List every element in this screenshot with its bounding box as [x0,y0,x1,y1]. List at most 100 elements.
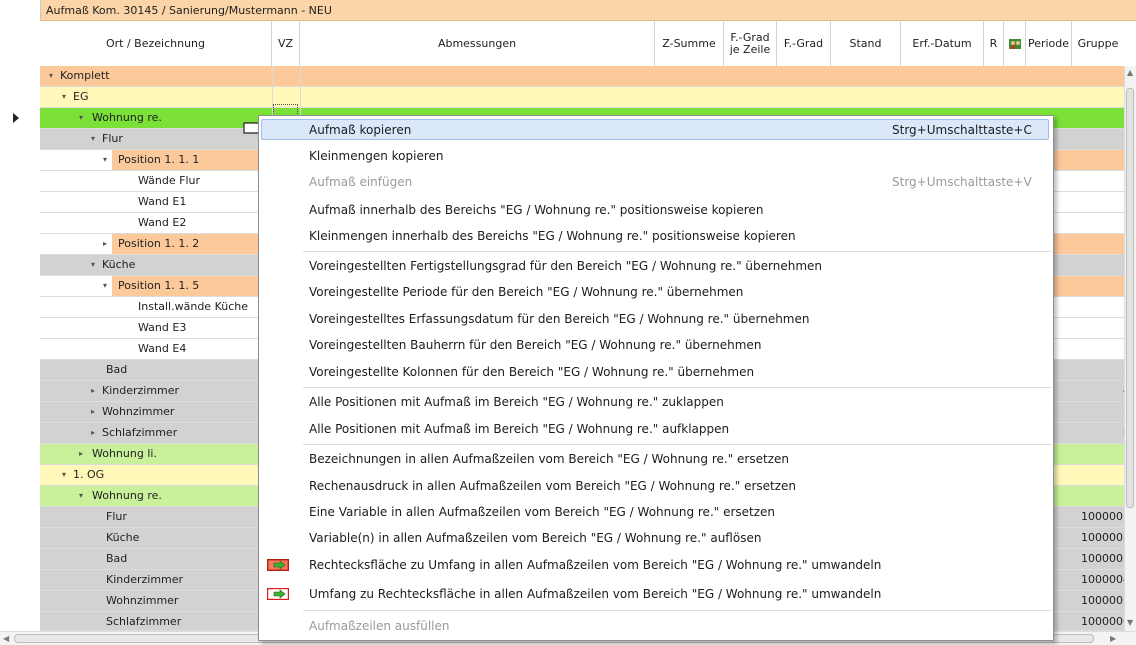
collapse-arrow-icon[interactable]: ▾ [76,108,86,128]
menu-item-label: Voreingestellten Fertigstellungsgrad für… [309,259,823,273]
row-label: Komplett [60,69,110,82]
col-r[interactable]: R [984,21,1004,66]
row-label: Flur [102,132,123,145]
menu-separator [303,610,1051,611]
menu-item-shortcut: Strg+Umschalttaste+V [892,175,1032,189]
row-group: 1000001 [1081,510,1130,523]
context-menu: Aufmaß kopieren Strg+Umschalttaste+C Kle… [258,115,1054,641]
menu-item-label: Aufmaß kopieren [309,123,412,137]
scroll-right-icon[interactable]: ▶ [1110,634,1116,643]
col-bauherr[interactable] [1004,21,1026,66]
col-f-grad-je-zeile[interactable]: F.-Grad je Zeile [724,21,777,66]
expand-arrow-icon[interactable]: ▸ [76,444,86,464]
row-label: Küche [102,258,136,271]
menu-item-fertigstellungsgrad[interactable]: Voreingestellten Fertigstellungsgrad für… [259,254,1053,278]
row-label: Wände Flur [138,174,201,187]
tree-row[interactable]: ▾ Komplett [40,66,1136,87]
row-label: Wohnung li. [92,447,157,460]
col-f-grad-je-zeile-line2: je Zeile [729,42,771,56]
vertical-scroll-thumb[interactable] [1126,88,1134,508]
scroll-left-icon[interactable]: ◀ [3,634,9,643]
row-label: Wohnzimmer [102,405,175,418]
row-label: Schlafzimmer [106,615,182,628]
row-group: 1000005 [1081,594,1130,607]
person-green-icon [1008,38,1021,49]
scroll-down-icon[interactable]: ▼ [1127,618,1133,627]
menu-item-umfang-zu-rechteck[interactable]: Umfang zu Rechtecksfläche in allen Aufma… [259,582,1053,606]
row-indicator-column [0,0,41,645]
col-abmessungen[interactable]: Abmessungen [300,21,655,66]
row-label: Kinderzimmer [102,384,180,397]
row-label: 1. OG [73,468,105,481]
menu-item-label: Eine Variable in allen Aufmaßzeilen vom … [309,505,776,519]
row-label: Bad [106,363,128,376]
col-f-grad-je-zeile-line1: F.-Grad [730,30,770,44]
col-periode[interactable]: Periode [1026,21,1072,66]
collapse-arrow-icon[interactable]: ▾ [46,66,56,86]
collapse-arrow-icon[interactable]: ▾ [59,465,69,485]
menu-item-rechenausdruck-ersetzen[interactable]: Rechenausdruck in allen Aufmaßzeilen vom… [259,474,1053,498]
menu-item-variable-ersetzen[interactable]: Eine Variable in allen Aufmaßzeilen vom … [259,500,1053,524]
menu-item-label: Voreingestelltes Erfassungsdatum für den… [309,312,810,326]
menu-separator [303,444,1051,445]
menu-item-label: Aufmaß einfügen [309,175,413,189]
window-title: Aufmaß Kom. 30145 / Sanierung/Mustermann… [40,0,1136,21]
menu-item-aufmass-kopieren[interactable]: Aufmaß kopieren Strg+Umschalttaste+C [259,118,1053,142]
row-label: Flur [106,510,127,523]
row-label: Position 1. 1. 1 [118,153,200,166]
menu-item-aufmasszeilen-ausfuellen: Aufmaßzeilen ausfüllen [259,614,1053,638]
row-label: Küche [106,531,140,544]
expand-arrow-icon[interactable]: ▸ [88,381,98,401]
menu-item-kolonnen[interactable]: Voreingestellte Kolonnen für den Bereich… [259,360,1053,384]
col-ort-bezeichnung[interactable]: Ort / Bezeichnung [40,21,272,66]
menu-item-aufmass-positionsweise-kopieren[interactable]: Aufmaß innerhalb des Bereichs "EG / Wohn… [259,198,1053,222]
col-z-summe[interactable]: Z-Summe [655,21,724,66]
collapse-arrow-icon[interactable]: ▾ [88,255,98,275]
menu-item-rechteck-zu-umfang[interactable]: Rechtecksfläche zu Umfang in allen Aufma… [259,553,1053,577]
menu-item-zuklappen[interactable]: Alle Positionen mit Aufmaß im Bereich "E… [259,390,1053,414]
collapse-arrow-icon[interactable]: ▾ [59,87,69,107]
collapse-arrow-icon[interactable]: ▾ [100,150,110,170]
menu-item-periode[interactable]: Voreingestellte Periode für den Bereich … [259,280,1053,304]
row-group: 1000004 [1081,573,1130,586]
row-group: 1000002 [1081,531,1130,544]
row-label: Wohnung re. [92,489,162,502]
row-label: Position 1. 1. 5 [118,279,200,292]
expand-arrow-icon[interactable]: ▸ [88,402,98,422]
menu-item-label: Rechtecksfläche zu Umfang in allen Aufma… [309,558,882,572]
menu-item-kleinmengen-positionsweise-kopieren[interactable]: Kleinmengen innerhalb des Bereichs "EG /… [259,224,1053,248]
collapse-arrow-icon[interactable]: ▾ [100,276,110,296]
row-label: Wohnung re. [92,111,162,124]
scroll-up-icon[interactable]: ▲ [1127,68,1133,77]
expand-arrow-icon[interactable]: ▸ [88,423,98,443]
col-f-grad[interactable]: F.-Grad [777,21,831,66]
collapse-arrow-icon[interactable]: ▾ [88,129,98,149]
collapse-arrow-icon[interactable]: ▾ [76,486,86,506]
column-header-row: Ort / Bezeichnung VZ Abmessungen Z-Summe… [40,21,1136,67]
col-stand[interactable]: Stand [831,21,901,66]
menu-item-shortcut: Strg+Umschalttaste+C [892,123,1032,137]
row-label: Position 1. 1. 2 [118,237,200,250]
menu-item-label: Voreingestellte Periode für den Bereich … [309,285,744,299]
col-gruppe[interactable]: Gruppe [1072,21,1124,66]
menu-item-variablen-aufloesen[interactable]: Variable(n) in allen Aufmaßzeilen vom Be… [259,526,1053,550]
menu-item-bezeichnungen-ersetzen[interactable]: Bezeichnungen in allen Aufmaßzeilen vom … [259,447,1053,471]
menu-item-erfassungsdatum[interactable]: Voreingestelltes Erfassungsdatum für den… [259,307,1053,331]
row-label: EG [73,90,89,103]
row-label: Wand E2 [138,216,187,229]
expand-arrow-icon[interactable]: ▸ [100,234,110,254]
menu-item-label: Alle Positionen mit Aufmaß im Bereich "E… [309,395,724,409]
menu-item-bauherrn[interactable]: Voreingestellten Bauherrn für den Bereic… [259,333,1053,357]
menu-item-label: Rechenausdruck in allen Aufmaßzeilen vom… [309,479,797,493]
col-vz[interactable]: VZ [272,21,300,66]
col-erf-datum[interactable]: Erf.-Datum [901,21,984,66]
tree-row[interactable]: ▾ EG [40,87,1136,108]
current-row-indicator-icon [13,113,19,123]
row-label: Schlafzimmer [102,426,178,439]
row-label: Wohnzimmer [106,594,179,607]
menu-item-aufklappen[interactable]: Alle Positionen mit Aufmaß im Bereich "E… [259,417,1053,441]
menu-item-aufmass-einfuegen: Aufmaß einfügen Strg+Umschalttaste+V [259,170,1053,194]
menu-item-kleinmengen-kopieren[interactable]: Kleinmengen kopieren [259,144,1053,168]
rect-to-perimeter-icon [267,559,289,571]
menu-item-label: Variable(n) in allen Aufmaßzeilen vom Be… [309,531,762,545]
